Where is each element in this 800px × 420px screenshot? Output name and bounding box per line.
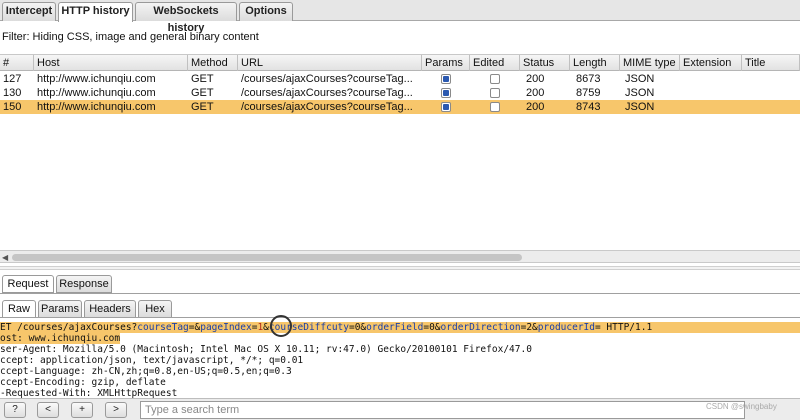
table-header: # Host Method URL Params Edited Status L… bbox=[0, 55, 800, 71]
cell-status: 200 bbox=[526, 73, 545, 85]
header-line: ccept-Encoding: gzip, deflate bbox=[0, 377, 166, 388]
edited-checkbox bbox=[490, 102, 500, 112]
tab-params[interactable]: Params bbox=[38, 300, 82, 318]
col-status[interactable]: Status bbox=[520, 55, 570, 71]
request-line-prefix: ET /courses/ajaxCourses? bbox=[0, 322, 138, 333]
search-input[interactable]: Type a search term bbox=[140, 401, 745, 419]
table-row-selected[interactable]: 150 http://www.ichunqiu.com GET /courses… bbox=[0, 100, 800, 114]
col-number[interactable]: # bbox=[0, 55, 34, 71]
col-url[interactable]: URL bbox=[238, 55, 422, 71]
cell-mime: JSON bbox=[625, 87, 655, 99]
cell-number: 127 bbox=[3, 73, 22, 85]
top-tab-bar: Intercept HTTP history WebSockets histor… bbox=[0, 0, 800, 34]
tab-divider bbox=[0, 317, 800, 318]
params-checkbox bbox=[441, 102, 451, 112]
cell-method: GET bbox=[191, 101, 214, 113]
cell-length: 8759 bbox=[576, 87, 601, 99]
param-name: producerId bbox=[537, 322, 595, 333]
raw-request-editor[interactable]: ET /courses/ajaxCourses?courseTag=&pageI… bbox=[0, 320, 800, 398]
table-row[interactable]: 130 http://www.ichunqiu.com GET /courses… bbox=[0, 86, 800, 100]
split-pane-divider[interactable] bbox=[0, 266, 800, 270]
cell-method: GET bbox=[191, 73, 214, 85]
col-host[interactable]: Host bbox=[34, 55, 188, 71]
watermark: CSDN @swingbaby bbox=[706, 402, 777, 411]
col-mime-type[interactable]: MIME type bbox=[620, 55, 680, 71]
param-separator: =& bbox=[188, 322, 201, 333]
params-checkbox bbox=[441, 74, 451, 84]
tab-divider bbox=[0, 293, 800, 294]
param-separator: =0& bbox=[348, 322, 367, 333]
param-name: pageIndex bbox=[200, 322, 252, 333]
help-button[interactable]: ? bbox=[4, 402, 26, 418]
cell-host: http://www.ichunqiu.com bbox=[37, 101, 156, 113]
param-separator: =2& bbox=[520, 322, 538, 333]
scroll-left-icon[interactable]: ◀ bbox=[2, 253, 8, 262]
cursor-highlight-icon bbox=[270, 315, 292, 337]
host-header: ost: www.ichunqiu.com bbox=[0, 333, 121, 344]
col-extension[interactable]: Extension bbox=[680, 55, 742, 71]
tab-headers[interactable]: Headers bbox=[84, 300, 136, 318]
tab-intercept[interactable]: Intercept bbox=[2, 2, 56, 21]
filter-bar[interactable]: Filter: Hiding CSS, image and general bi… bbox=[0, 29, 800, 46]
header-line: -Requested-With: XMLHttpRequest bbox=[0, 388, 178, 398]
cell-status: 200 bbox=[526, 87, 545, 99]
request-line-suffix: = HTTP/1.1 bbox=[594, 322, 653, 333]
header-line: ost: www.ichunqiu.com bbox=[0, 333, 121, 344]
header-line: ser-Agent: Mozilla/5.0 (Macintosh; Intel… bbox=[0, 344, 532, 355]
tab-options[interactable]: Options bbox=[239, 2, 293, 21]
cell-length: 8673 bbox=[576, 73, 601, 85]
history-table: # Host Method URL Params Edited Status L… bbox=[0, 54, 800, 250]
param-name: orderField bbox=[366, 322, 424, 333]
cell-url: /courses/ajaxCourses?courseTag... bbox=[241, 101, 413, 113]
col-length[interactable]: Length bbox=[570, 55, 620, 71]
tab-http-history[interactable]: HTTP history bbox=[58, 2, 133, 22]
cell-number: 130 bbox=[3, 87, 22, 99]
add-button[interactable]: + bbox=[71, 402, 93, 418]
tab-websockets-history[interactable]: WebSockets history bbox=[135, 2, 237, 34]
horizontal-scrollbar[interactable]: ◀ bbox=[0, 250, 800, 263]
cell-method: GET bbox=[191, 87, 214, 99]
cell-mime: JSON bbox=[625, 101, 655, 113]
params-checkbox bbox=[441, 88, 451, 98]
col-method[interactable]: Method bbox=[188, 55, 238, 71]
cell-url: /courses/ajaxCourses?courseTag... bbox=[241, 87, 413, 99]
cell-length: 8743 bbox=[576, 101, 601, 113]
param-separator: =0& bbox=[423, 322, 441, 333]
param-name: courseTag bbox=[137, 322, 189, 333]
edited-checkbox bbox=[490, 88, 500, 98]
col-title[interactable]: Title bbox=[742, 55, 800, 71]
cell-number: 150 bbox=[3, 101, 22, 113]
tab-response[interactable]: Response bbox=[56, 275, 112, 293]
edited-checkbox bbox=[490, 74, 500, 84]
cell-mime: JSON bbox=[625, 73, 655, 85]
cell-status: 200 bbox=[526, 101, 545, 113]
cell-host: http://www.ichunqiu.com bbox=[37, 87, 156, 99]
cell-host: http://www.ichunqiu.com bbox=[37, 73, 156, 85]
tab-request[interactable]: Request bbox=[2, 275, 54, 293]
cell-url: /courses/ajaxCourses?courseTag... bbox=[241, 73, 413, 85]
col-edited[interactable]: Edited bbox=[470, 55, 520, 71]
search-bar: ? < + > Type a search term bbox=[0, 398, 800, 420]
request-line: ET /courses/ajaxCourses?courseTag=&pageI… bbox=[0, 322, 800, 333]
param-name: orderDirection bbox=[440, 322, 521, 333]
col-params[interactable]: Params bbox=[422, 55, 470, 71]
tab-hex[interactable]: Hex bbox=[138, 300, 172, 318]
scrollbar-thumb[interactable] bbox=[12, 254, 522, 261]
table-row[interactable]: 127 http://www.ichunqiu.com GET /courses… bbox=[0, 72, 800, 86]
next-button[interactable]: > bbox=[105, 402, 127, 418]
previous-button[interactable]: < bbox=[37, 402, 59, 418]
tab-raw[interactable]: Raw bbox=[2, 300, 36, 318]
header-line: ccept: application/json, text/javascript… bbox=[0, 355, 304, 366]
header-line: ccept-Language: zh-CN,zh;q=0.8,en-US;q=0… bbox=[0, 366, 292, 377]
